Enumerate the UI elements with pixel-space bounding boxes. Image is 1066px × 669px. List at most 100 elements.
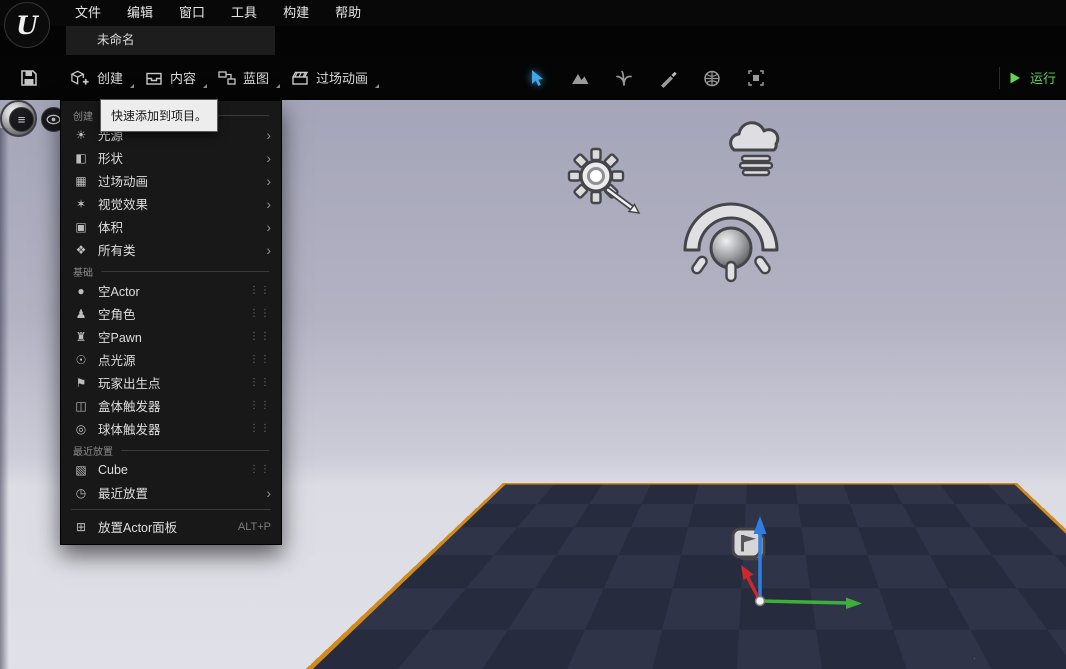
drag-handle-icon[interactable]: ⋮⋮ [249, 354, 271, 365]
empty-actor-icon: ● [77, 283, 85, 298]
content-button[interactable]: 内容 [137, 62, 210, 94]
chevron-right-icon: › [266, 195, 271, 212]
cube-brackets-icon [748, 69, 764, 86]
menu-section-basic: 基础 [61, 261, 281, 279]
editor-modes-group [518, 55, 774, 100]
drag-handle-icon[interactable]: ⋮⋮ [249, 423, 271, 434]
menu-item-empty-actor[interactable]: ● 空Actor ⋮⋮ [61, 279, 281, 302]
menu-item-box-trigger[interactable]: ◫ 盒体触发器 ⋮⋮ [61, 394, 281, 417]
place-actor-panel-icon: ⊞ [75, 519, 87, 534]
menu-item-place-actor-panel[interactable]: ⊞ 放置Actor面板 ALT+P [61, 515, 281, 538]
mesh-sphere-icon [704, 70, 720, 86]
pawn-icon: ♜ [75, 329, 87, 344]
light-icon: ☀ [75, 127, 87, 142]
menu-item-visual-effects[interactable]: ✶ 视觉效果 › [61, 192, 281, 215]
shortcut-label: ALT+P [237, 520, 271, 533]
transform-gizmo-axes[interactable] [700, 500, 870, 612]
menu-window[interactable]: 窗口 [166, 0, 218, 26]
select-cursor-icon [532, 69, 543, 86]
drag-handle-icon[interactable]: ⋮⋮ [249, 377, 271, 388]
cinematics-button[interactable]: 过场动画 [283, 62, 382, 94]
drag-handle-icon[interactable]: ⋮⋮ [249, 400, 271, 411]
menu-file[interactable]: 文件 [62, 0, 114, 26]
chevron-right-icon: › [266, 126, 271, 143]
menu-help[interactable]: 帮助 [322, 0, 374, 26]
menu-divider [71, 509, 271, 510]
dropdown-corner-icon [375, 83, 380, 88]
tab-bar: 未命名 [0, 26, 1066, 55]
chevron-right-icon: › [266, 218, 271, 235]
blueprint-icon [218, 70, 236, 85]
menu-item-player-start[interactable]: ⚑ 玩家出生点 ⋮⋮ [61, 371, 281, 394]
menu-item-empty-pawn[interactable]: ♜ 空Pawn ⋮⋮ [61, 325, 281, 348]
directional-light-gizmo[interactable] [560, 144, 652, 224]
paint-mode-button[interactable] [650, 62, 686, 94]
play-controls-group: 运行 [998, 55, 1066, 100]
save-icon [21, 69, 37, 86]
landscape-mode-button[interactable] [562, 62, 598, 94]
content-drawer-icon [146, 72, 162, 85]
menu-section-recent: 最近放置 [61, 440, 281, 458]
dropdown-corner-icon [130, 83, 135, 88]
chevron-right-icon: › [266, 241, 271, 258]
menubar: 文件 编辑 窗口 工具 构建 帮助 [0, 0, 1066, 26]
menu-item-recently-placed[interactable]: ◷ 最近放置 › [61, 481, 281, 504]
menu-item-all-classes[interactable]: ❖ 所有类 › [61, 238, 281, 261]
drag-handle-icon[interactable]: ⋮⋮ [249, 285, 271, 296]
save-button[interactable] [12, 61, 46, 95]
drag-handle-icon[interactable]: ⋮⋮ [249, 308, 271, 319]
unreal-editor-window: 文件 编辑 窗口 工具 构建 帮助 U 未命名 创建 内容 蓝图 过场动画 运行… [0, 0, 1066, 669]
blueprint-button[interactable]: 蓝图 [210, 62, 283, 94]
menu-item-sphere-trigger[interactable]: ◎ 球体触发器 ⋮⋮ [61, 417, 281, 440]
shapes-icon: ◧ [75, 150, 87, 165]
volumes-icon: ▣ [75, 219, 87, 234]
create-dropdown-menu: 创建 ☀ 光源 › ◧ 形状 › ▦ 过场动画 › ✶ 视觉效果 › ▣ 体积 … [60, 100, 282, 545]
point-light-icon: ☉ [75, 352, 87, 367]
cube-icon: ▧ [75, 462, 87, 477]
tooltip: 快速添加到项目。 [100, 99, 219, 132]
brush-editing-mode-button[interactable] [738, 62, 774, 94]
drag-handle-icon[interactable]: ⋮⋮ [249, 464, 271, 475]
chevron-right-icon: › [266, 149, 271, 166]
chevron-right-icon: › [266, 172, 271, 189]
hamburger-icon: ≡ [17, 112, 26, 127]
landscape-icon [572, 73, 589, 84]
paint-brush-icon [661, 71, 677, 88]
level-tab[interactable]: 未命名 [66, 26, 275, 55]
chevron-right-icon: › [266, 484, 271, 501]
menu-edit[interactable]: 编辑 [114, 0, 166, 26]
dropdown-corner-icon [276, 83, 281, 88]
clock-icon: ◷ [75, 485, 87, 500]
unreal-logo-button[interactable]: U [4, 2, 50, 48]
character-icon: ♟ [75, 306, 87, 321]
cinematics-icon [292, 71, 309, 85]
modeling-mode-button[interactable] [694, 62, 730, 94]
volumetric-cloud-gizmo[interactable] [722, 116, 790, 178]
play-button[interactable]: 运行 [1030, 68, 1056, 87]
menu-item-shapes[interactable]: ◧ 形状 › [61, 146, 281, 169]
menu-tools[interactable]: 工具 [218, 0, 270, 26]
main-toolbar: 创建 内容 蓝图 过场动画 运行 [0, 55, 1066, 100]
create-icon [70, 70, 89, 85]
unreal-logo-icon: U [16, 10, 38, 40]
foliage-icon [616, 70, 632, 86]
menu-item-cinematics[interactable]: ▦ 过场动画 › [61, 169, 281, 192]
menu-build[interactable]: 构建 [270, 0, 322, 26]
play-icon[interactable] [1008, 71, 1022, 85]
dropdown-corner-icon [203, 83, 208, 88]
select-mode-button[interactable] [518, 62, 554, 94]
visual-effects-icon: ✶ [75, 196, 87, 211]
foliage-mode-button[interactable] [606, 62, 642, 94]
create-button[interactable]: 创建 [62, 62, 137, 94]
sphere-trigger-icon: ◎ [75, 421, 87, 436]
box-trigger-icon: ◫ [75, 398, 87, 413]
menu-item-cube[interactable]: ▧ Cube ⋮⋮ [61, 458, 281, 481]
sky-light-gizmo[interactable] [681, 196, 781, 288]
viewport-options-button[interactable]: ≡ [9, 107, 34, 132]
all-classes-icon: ❖ [75, 242, 87, 257]
menu-item-point-light[interactable]: ☉ 点光源 ⋮⋮ [61, 348, 281, 371]
drag-handle-icon[interactable]: ⋮⋮ [249, 331, 271, 342]
menu-item-volumes[interactable]: ▣ 体积 › [61, 215, 281, 238]
menu-item-empty-character[interactable]: ♟ 空角色 ⋮⋮ [61, 302, 281, 325]
toolbar-separator [998, 66, 1000, 89]
